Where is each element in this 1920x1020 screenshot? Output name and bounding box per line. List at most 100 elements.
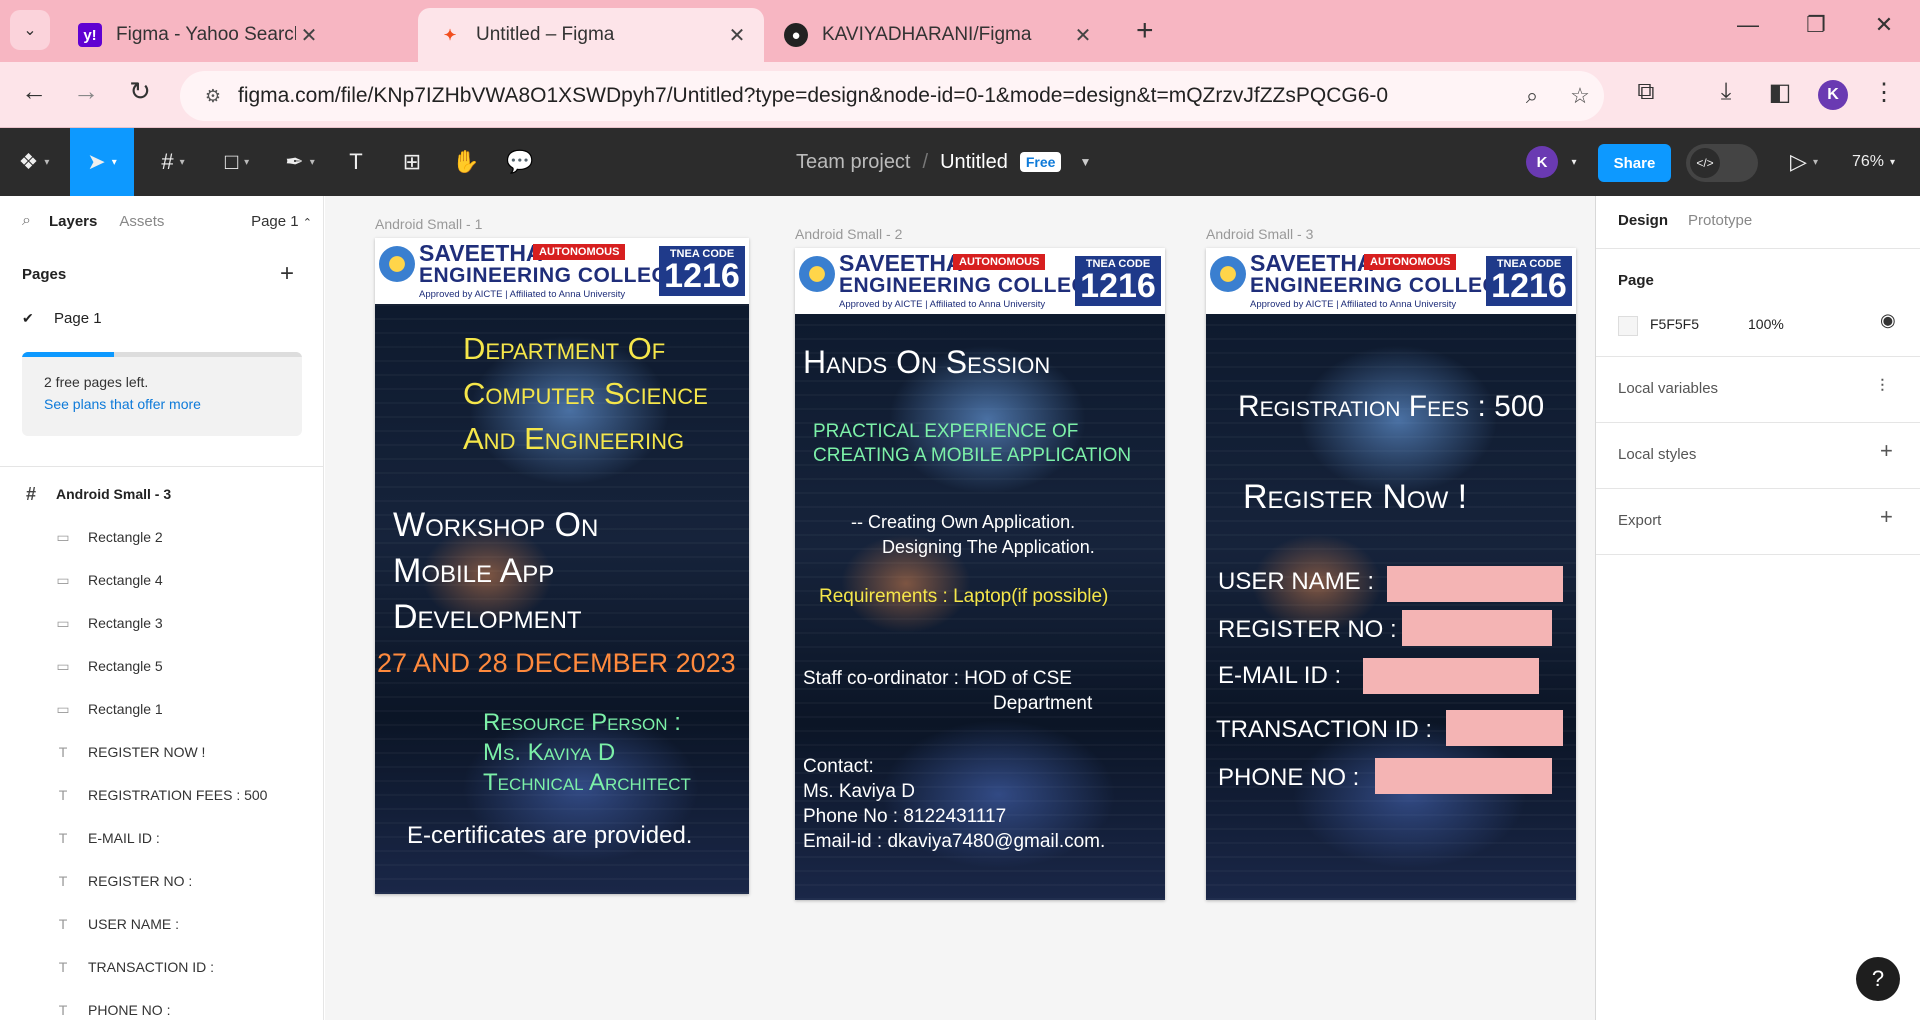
restore-icon[interactable]: ❐ xyxy=(1796,12,1836,38)
reload-icon[interactable]: ↻ xyxy=(122,76,158,107)
resources-tool-button[interactable]: ⊞ xyxy=(392,128,432,196)
more-menu-icon[interactable]: ⋮ xyxy=(1866,78,1902,107)
browser-tab-github[interactable]: ● KAVIYADHARANI/Figma ✕ xyxy=(764,8,1110,62)
site-settings-icon[interactable]: ⚙ xyxy=(188,86,238,107)
layer-item[interactable]: ▭ Rectangle 3 xyxy=(0,603,324,643)
layer-item[interactable]: ▭ Rectangle 5 xyxy=(0,646,324,686)
extensions-icon[interactable]: ⧉ xyxy=(1628,78,1664,106)
register-no-field[interactable] xyxy=(1402,610,1552,646)
hand-tool-button[interactable]: ✋ xyxy=(446,128,486,196)
main-menu-button[interactable]: ❖ ▾ xyxy=(10,128,58,196)
layer-item[interactable]: T E-MAIL ID : xyxy=(0,818,324,858)
frame-android-small-2[interactable]: SAVEETHA ENGINEERING COLLEGE Approved by… xyxy=(795,248,1165,900)
page-selector[interactable]: Page 1 ⌃ xyxy=(251,213,312,230)
pen-tool-button[interactable]: ✒ ▾ xyxy=(274,128,326,196)
local-styles-section[interactable]: Local styles xyxy=(1618,446,1696,463)
frame-label[interactable]: Android Small - 2 xyxy=(795,226,902,242)
text-tool-button[interactable]: T xyxy=(338,128,374,196)
page-color-opacity[interactable]: 100% xyxy=(1748,316,1784,332)
rectangle-icon: ▭ xyxy=(56,614,70,631)
shape-tool-button[interactable]: □ ▾ xyxy=(212,128,262,196)
pages-heading: Pages xyxy=(22,266,67,283)
browser-tab-yahoo[interactable]: y! Figma - Yahoo Search Results ✕ xyxy=(58,8,336,62)
local-variables-section[interactable]: Local variables xyxy=(1618,380,1718,397)
frame-label[interactable]: Android Small - 1 xyxy=(375,216,482,232)
sliders-icon[interactable]: ⫶ xyxy=(1880,376,1885,397)
college-name-line2: ENGINEERING COLLEGE xyxy=(839,274,1103,297)
browser-toolbar: ← → ↻ ⚙ figma.com/file/KNp7IZHbVWA8O1XSW… xyxy=(0,62,1920,128)
frame-android-small-1[interactable]: SAVEETHA ENGINEERING COLLEGE Approved by… xyxy=(375,238,749,894)
college-header: SAVEETHA ENGINEERING COLLEGE Approved by… xyxy=(795,248,1165,314)
forward-arrow-icon[interactable]: → xyxy=(68,76,104,107)
add-page-button[interactable]: + xyxy=(280,260,294,288)
page-item[interactable]: ✔ Page 1 xyxy=(22,310,102,327)
tab-prototype[interactable]: Prototype xyxy=(1688,212,1752,229)
zoom-control[interactable]: 76% ▾ xyxy=(1852,128,1895,196)
frame-android-small-3[interactable]: SAVEETHA ENGINEERING COLLEGE Approved by… xyxy=(1206,248,1576,900)
url-text[interactable]: figma.com/file/KNp7IZHbVWA8O1XSWDpyh7/Un… xyxy=(238,84,1508,108)
address-bar[interactable]: ⚙ figma.com/file/KNp7IZHbVWA8O1XSWDpyh7/… xyxy=(180,71,1604,121)
tab-layers[interactable]: Layers xyxy=(49,213,97,230)
frame-label[interactable]: Android Small - 3 xyxy=(1206,226,1313,242)
move-tool-button[interactable]: ➤ ▾ xyxy=(70,128,134,196)
layer-frame-android-small-3[interactable]: # Android Small - 3 xyxy=(0,474,324,514)
chevron-down-icon[interactable]: ▼ xyxy=(1079,155,1091,169)
side-panel-icon[interactable]: ◧ xyxy=(1762,78,1798,107)
profile-avatar[interactable]: K xyxy=(1818,80,1848,110)
export-section[interactable]: Export xyxy=(1618,512,1661,529)
chevron-up-icon: ⌃ xyxy=(302,216,312,229)
user-avatar[interactable]: K xyxy=(1526,146,1558,178)
close-icon[interactable]: ✕ xyxy=(296,23,322,48)
layer-item[interactable]: T REGISTRATION FEES : 500 xyxy=(0,775,324,815)
search-icon[interactable]: ⌕ xyxy=(22,212,31,230)
page-color-hex[interactable]: F5F5F5 xyxy=(1650,316,1699,332)
transaction-id-label: TRANSACTION ID : xyxy=(1216,716,1433,743)
file-name[interactable]: Untitled xyxy=(940,151,1008,174)
minimize-icon[interactable]: — xyxy=(1728,12,1768,38)
practical-experience: PRACTICAL EXPERIENCE OF CREATING A MOBIL… xyxy=(813,421,1132,466)
add-export-button[interactable]: + xyxy=(1880,504,1893,530)
present-button[interactable]: ▷ ▾ xyxy=(1784,128,1824,196)
window-close-icon[interactable]: ✕ xyxy=(1864,12,1904,38)
help-button[interactable]: ? xyxy=(1856,957,1900,1001)
phone-no-label: PHONE NO : xyxy=(1218,764,1360,791)
layer-item[interactable]: ▭ Rectangle 2 xyxy=(0,517,324,557)
user-name-field[interactable] xyxy=(1387,566,1563,602)
design-canvas[interactable]: Android Small - 1 SAVEETHA ENGINEERING C… xyxy=(325,196,1595,1020)
layer-item[interactable]: T USER NAME : xyxy=(0,904,324,944)
new-tab-button[interactable]: + xyxy=(1136,14,1154,48)
layer-item[interactable]: T REGISTER NOW ! xyxy=(0,732,324,772)
back-arrow-icon[interactable]: ← xyxy=(16,76,52,107)
cursor-icon: ➤ xyxy=(87,149,106,174)
browser-tab-figma[interactable]: ✦ Untitled – Figma ✕ xyxy=(418,8,764,62)
team-name[interactable]: Team project xyxy=(796,151,911,174)
add-style-button[interactable]: + xyxy=(1880,438,1893,464)
layer-item[interactable]: T TRANSACTION ID : xyxy=(0,947,324,987)
layer-item[interactable]: ▭ Rectangle 1 xyxy=(0,689,324,729)
tab-design[interactable]: Design xyxy=(1618,212,1668,229)
tnea-code-badge: TNEA CODE 1216 xyxy=(659,246,745,296)
dev-mode-toggle[interactable]: </> xyxy=(1686,144,1758,182)
zoom-icon[interactable]: ⌕ xyxy=(1508,83,1556,109)
email-id-field[interactable] xyxy=(1363,658,1539,694)
tab-search-button[interactable]: ⌄ xyxy=(10,10,50,50)
frame-tool-button[interactable]: # ▾ xyxy=(146,128,200,196)
transaction-id-field[interactable] xyxy=(1446,710,1563,746)
close-icon[interactable]: ✕ xyxy=(1070,23,1096,48)
see-plans-link[interactable]: See plans that offer more xyxy=(44,396,201,412)
github-icon: ● xyxy=(784,23,808,47)
layer-item[interactable]: ▭ Rectangle 4 xyxy=(0,560,324,600)
comment-tool-button[interactable]: 💬 xyxy=(500,128,540,196)
download-icon[interactable]: ⤓ xyxy=(1708,78,1744,106)
page-color-swatch[interactable] xyxy=(1618,316,1638,336)
share-button[interactable]: Share xyxy=(1598,144,1671,182)
eye-icon[interactable]: ◉ xyxy=(1880,310,1896,331)
phone-no-field[interactable] xyxy=(1375,758,1552,794)
chevron-down-icon[interactable]: ▾ xyxy=(1564,128,1584,196)
close-icon[interactable]: ✕ xyxy=(724,23,750,48)
layer-item[interactable]: T PHONE NO : xyxy=(0,990,324,1020)
chevron-down-icon: ⌄ xyxy=(23,22,37,39)
bookmark-star-icon[interactable]: ☆ xyxy=(1556,83,1604,109)
layer-item[interactable]: T REGISTER NO : xyxy=(0,861,324,901)
tab-assets[interactable]: Assets xyxy=(119,213,164,230)
